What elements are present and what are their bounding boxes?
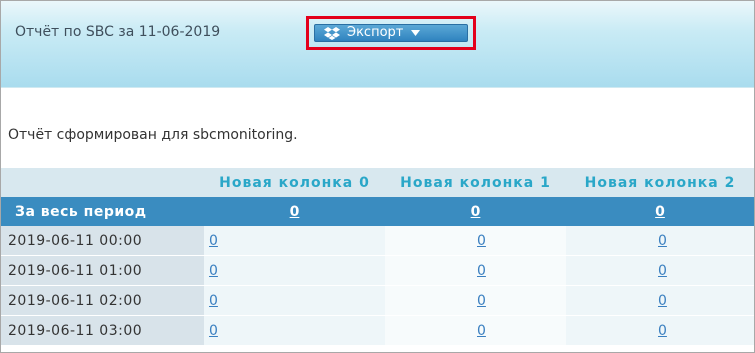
export-button-label: Экспорт [347, 25, 404, 40]
report-frame: Отчёт по SBC за 11-06-2019 Экспорт Отчёт… [0, 0, 755, 353]
table-cell: 0 [204, 226, 385, 256]
cell-value-link[interactable]: 0 [477, 233, 486, 249]
cell-value-link[interactable]: 0 [209, 263, 218, 279]
report-header: Отчёт по SBC за 11-06-2019 Экспорт [1, 1, 754, 88]
caret-down-icon [411, 30, 421, 36]
total-cell: 0 [385, 197, 566, 226]
table-cell: 0 [566, 315, 754, 345]
cell-value-link[interactable]: 0 [477, 323, 486, 339]
cell-value-link[interactable]: 0 [658, 263, 667, 279]
table-row: 2019-06-11 03:00 0 0 0 [1, 315, 754, 345]
table-cell: 0 [385, 315, 566, 345]
cell-value-link[interactable]: 0 [477, 293, 486, 309]
report-table: Новая колонка 0 Новая колонка 1 Новая ко… [1, 168, 754, 345]
row-label: 2019-06-11 03:00 [1, 315, 204, 345]
cell-value-link[interactable]: 0 [658, 323, 667, 339]
column-header[interactable]: Новая колонка 2 [566, 168, 754, 197]
cell-value-link[interactable]: 0 [209, 293, 218, 309]
cell-value-link[interactable]: 0 [477, 263, 486, 279]
table-row: 2019-06-11 02:00 0 0 0 [1, 285, 754, 316]
cell-value-link[interactable]: 0 [658, 233, 667, 249]
row-label: 2019-06-11 00:00 [1, 226, 204, 256]
total-value-link[interactable]: 0 [290, 204, 300, 220]
table-cell: 0 [385, 285, 566, 316]
table-cell: 0 [204, 315, 385, 345]
export-button[interactable]: Экспорт [314, 24, 468, 42]
table-header-row: Новая колонка 0 Новая колонка 1 Новая ко… [1, 168, 754, 197]
total-value-link[interactable]: 0 [471, 204, 481, 220]
table-cell: 0 [566, 285, 754, 316]
total-cell: 0 [204, 197, 385, 226]
cell-value-link[interactable]: 0 [209, 323, 218, 339]
export-highlight-box: Экспорт [306, 16, 476, 50]
total-value-link[interactable]: 0 [655, 204, 665, 220]
row-label: 2019-06-11 02:00 [1, 285, 204, 316]
table-cell: 0 [385, 226, 566, 256]
table-row: 2019-06-11 01:00 0 0 0 [1, 255, 754, 286]
column-header[interactable]: Новая колонка 0 [204, 168, 385, 197]
table-row: 2019-06-11 00:00 0 0 0 [1, 226, 754, 256]
dropbox-icon [324, 26, 340, 40]
total-row-label: За весь период [1, 197, 204, 226]
table-cell: 0 [566, 226, 754, 256]
total-cell: 0 [566, 197, 754, 226]
report-generated-note: Отчёт сформирован для sbcmonitoring. [8, 127, 298, 143]
table-cell: 0 [385, 255, 566, 286]
table-cell: 0 [566, 255, 754, 286]
column-header[interactable]: Новая колонка 1 [385, 168, 566, 197]
table-corner-cell [1, 168, 204, 197]
cell-value-link[interactable]: 0 [209, 233, 218, 249]
table-cell: 0 [204, 255, 385, 286]
report-title: Отчёт по SBC за 11-06-2019 [15, 24, 221, 40]
table-cell: 0 [204, 285, 385, 316]
total-row: За весь период 0 0 0 [1, 197, 754, 226]
row-label: 2019-06-11 01:00 [1, 255, 204, 286]
cell-value-link[interactable]: 0 [658, 293, 667, 309]
